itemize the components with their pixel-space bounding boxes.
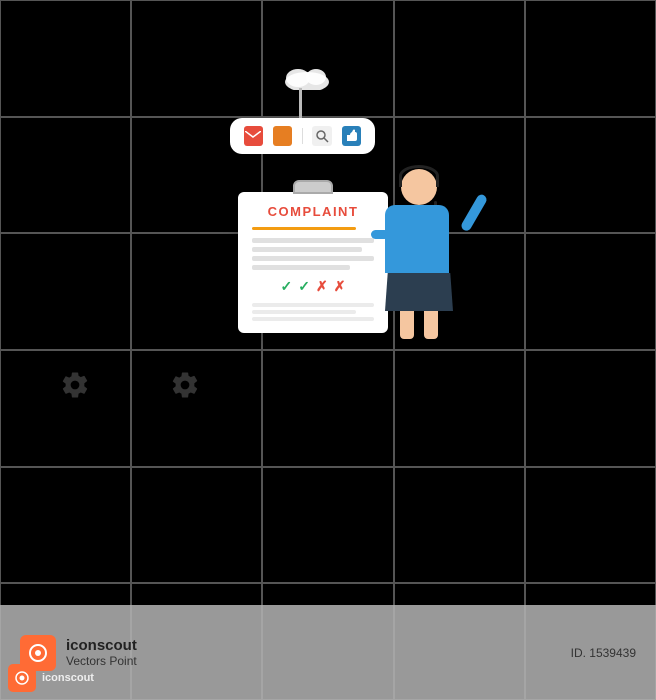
form-line	[252, 256, 374, 261]
character-body	[385, 205, 449, 273]
extra-line	[252, 310, 356, 314]
clipboard: COMPLAINT ✓ ✓ ✗ ✗	[238, 180, 388, 333]
character-leg-left	[400, 311, 414, 339]
gear-icon-left	[60, 370, 90, 405]
extra-lines	[252, 303, 374, 321]
grid-cell	[0, 0, 131, 117]
video-icon	[273, 126, 292, 146]
badge-bottom-left: iconscout	[8, 664, 94, 692]
grid-cell	[525, 233, 656, 350]
badge-text: iconscout	[42, 672, 94, 684]
illustration-wrapper: COMPLAINT ✓ ✓ ✗ ✗	[150, 60, 510, 560]
watermark-brand: iconscout	[66, 637, 137, 654]
extra-line	[252, 303, 374, 307]
form-line	[252, 238, 374, 243]
complaint-title: COMPLAINT	[252, 204, 374, 219]
check-mark-4: ✗	[334, 278, 346, 295]
grid-cell	[0, 350, 131, 467]
character-leg-right	[424, 311, 438, 339]
form-line	[252, 247, 362, 252]
check-mark-3: ✗	[316, 278, 328, 295]
comm-bar	[230, 118, 375, 154]
watermark-right: ID. 1539439	[571, 646, 636, 660]
character	[385, 165, 453, 339]
grid-cell	[525, 117, 656, 234]
character-arm-left	[371, 230, 389, 239]
character-arm-right	[460, 193, 489, 233]
extra-line	[252, 317, 374, 321]
like-icon	[342, 126, 361, 146]
watermark-area: iconscout Vectors Point ID. 1539439	[0, 605, 656, 700]
cloud-icon	[280, 60, 335, 95]
grid-cell	[525, 467, 656, 584]
grid-cell	[525, 0, 656, 117]
email-icon	[244, 126, 263, 146]
watermark-asset-id: ID. 1539439	[571, 646, 636, 660]
character-legs	[385, 311, 453, 339]
form-line	[252, 265, 350, 270]
character-head	[399, 165, 439, 205]
grid-cell	[0, 467, 131, 584]
check-marks-row: ✓ ✓ ✗ ✗	[252, 278, 374, 295]
character-skirt	[385, 273, 453, 311]
divider	[302, 128, 303, 144]
search-icon	[312, 126, 332, 146]
grid-cell	[0, 233, 131, 350]
complaint-underline	[252, 227, 356, 230]
check-mark-1: ✓	[281, 278, 293, 295]
grid-cell	[525, 350, 656, 467]
grid-cell	[0, 117, 131, 234]
check-mark-2: ✓	[298, 278, 310, 295]
iconscout-badge-logo	[8, 664, 36, 692]
